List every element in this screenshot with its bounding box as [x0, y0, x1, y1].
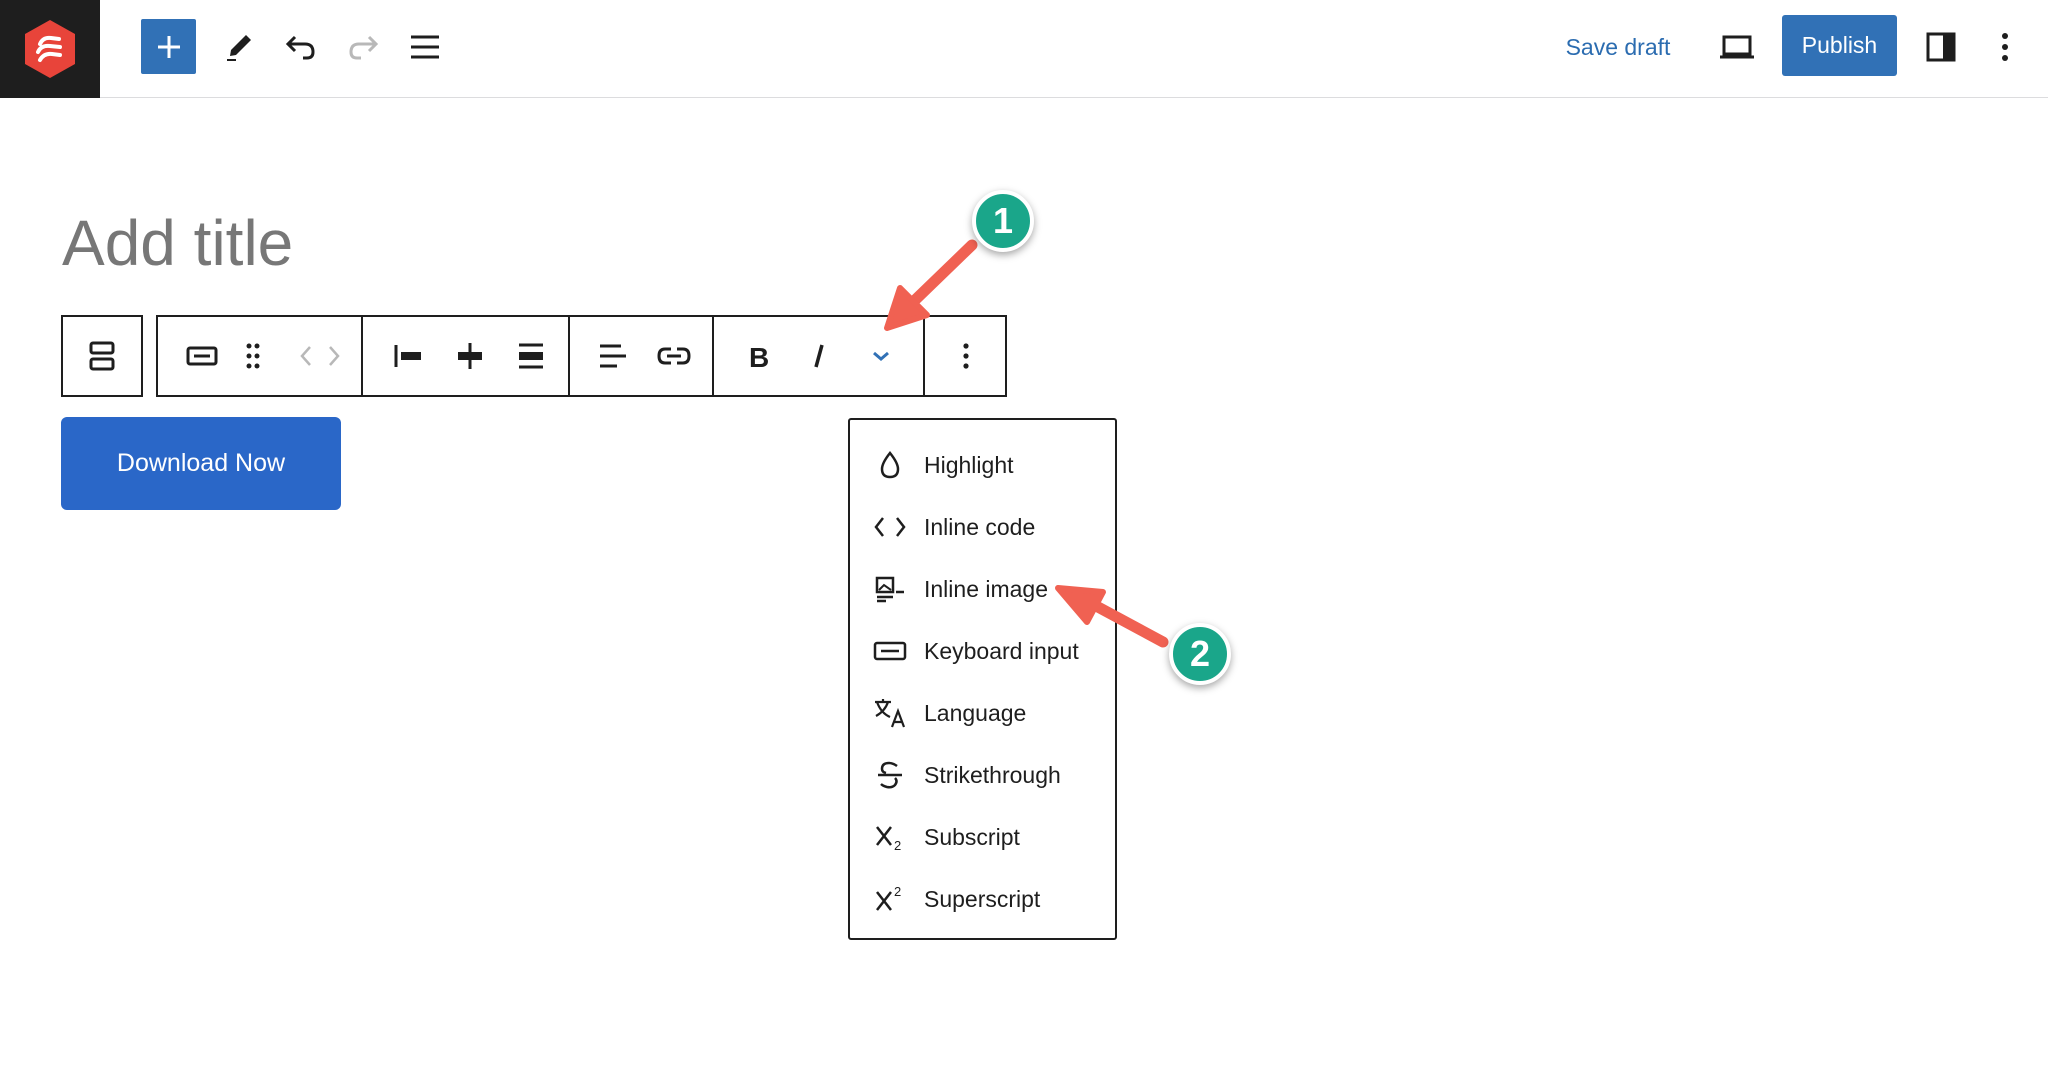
svg-text:2: 2 [894, 884, 901, 899]
subscript-icon: 2 [870, 817, 910, 857]
preview-button[interactable] [1711, 21, 1763, 73]
editor-header: Save draft Publish [0, 0, 2048, 98]
menu-item-inline-image[interactable]: Inline image [860, 561, 1107, 617]
format-dropdown-menu: Highlight Inline code Inline image Keybo… [848, 418, 1117, 940]
annotation-badge-2-label: 2 [1189, 633, 1211, 674]
menu-item-label: Strikethrough [924, 761, 1061, 788]
block-toolbar: B [156, 315, 1007, 397]
kebab-icon [963, 343, 969, 369]
toolbar-divider [712, 317, 714, 395]
svg-text:B: B [749, 342, 769, 370]
kebab-icon [2002, 33, 2008, 61]
keyboard-icon [870, 631, 910, 671]
annotation-badge-1-label: 1 [992, 200, 1014, 241]
toolbar-divider [923, 317, 925, 395]
menu-item-label: Inline code [924, 513, 1036, 540]
drag-handle-icon[interactable] [228, 331, 278, 381]
redo-icon [349, 35, 379, 60]
menu-item-label: Highlight [924, 451, 1014, 478]
undo-button[interactable] [275, 21, 327, 73]
svg-text:2: 2 [894, 838, 901, 852]
bold-icon[interactable]: B [733, 331, 783, 381]
pencil-icon [227, 35, 251, 61]
menu-item-label: Keyboard input [924, 637, 1079, 664]
menu-item-inline-code[interactable]: Inline code [860, 499, 1107, 555]
link-icon[interactable] [649, 331, 699, 381]
italic-icon[interactable] [794, 331, 844, 381]
menu-item-subscript[interactable]: 2 Subscript [860, 809, 1107, 865]
code-icon [870, 507, 910, 547]
justify-space-between-icon[interactable] [506, 331, 556, 381]
menu-item-label: Superscript [924, 885, 1041, 912]
menu-item-keyboard-input[interactable]: Keyboard input [860, 623, 1107, 679]
justify-left-icon[interactable] [384, 331, 434, 381]
settings-button[interactable] [1915, 21, 1967, 73]
button-block-icon[interactable] [177, 331, 227, 381]
sidebar-icon [1926, 32, 1956, 62]
menu-item-label: Subscript [924, 823, 1020, 850]
justify-center-icon[interactable] [445, 331, 495, 381]
menu-item-label: Inline image [924, 575, 1049, 602]
publish-label: Publish [1801, 32, 1878, 58]
add-block-button[interactable] [141, 19, 196, 74]
list-view-button[interactable] [399, 21, 451, 73]
undo-icon [285, 35, 315, 60]
list-view-icon [411, 35, 439, 59]
tools-button[interactable] [213, 21, 265, 73]
select-parent-block[interactable] [61, 315, 143, 397]
parent-block-icon[interactable] [77, 331, 127, 381]
menu-item-label: Language [924, 699, 1027, 726]
save-draft-label: Save draft [1565, 33, 1671, 60]
image-icon [870, 569, 910, 609]
more-formats-button[interactable] [856, 331, 906, 381]
align-left-icon[interactable] [588, 331, 638, 381]
toolbar-divider [568, 317, 570, 395]
menu-item-superscript[interactable]: 2 Superscript [860, 871, 1107, 927]
superscript-icon: 2 [870, 879, 910, 919]
publish-button[interactable]: Publish [1782, 15, 1897, 76]
menu-item-highlight[interactable]: Highlight [860, 437, 1107, 493]
download-now-label: Download Now [116, 449, 286, 477]
brand-logo-icon[interactable] [0, 0, 100, 98]
laptop-icon [1720, 35, 1754, 59]
annotation-badge-1: 1 [972, 190, 1034, 252]
download-now-button[interactable]: Download Now [61, 417, 341, 510]
block-options-button[interactable] [941, 331, 991, 381]
menu-item-strikethrough[interactable]: Strikethrough [860, 747, 1107, 803]
plus-icon [157, 35, 180, 58]
chevron-down-icon [873, 351, 889, 361]
move-arrows-icon[interactable] [288, 331, 352, 381]
toolbar-divider [361, 317, 363, 395]
droplet-icon [870, 445, 910, 485]
options-button[interactable] [1984, 21, 2026, 73]
redo-button[interactable] [337, 21, 389, 73]
annotation-badge-2: 2 [1169, 623, 1231, 685]
language-icon [870, 693, 910, 733]
block-editor: Save draft Publish Add title B Download … [0, 0, 2048, 1084]
menu-item-language[interactable]: Language [860, 685, 1107, 741]
strikethrough-icon [870, 755, 910, 795]
save-draft-button[interactable]: Save draft [1556, 24, 1680, 70]
post-title-placeholder[interactable]: Add title [62, 203, 293, 283]
